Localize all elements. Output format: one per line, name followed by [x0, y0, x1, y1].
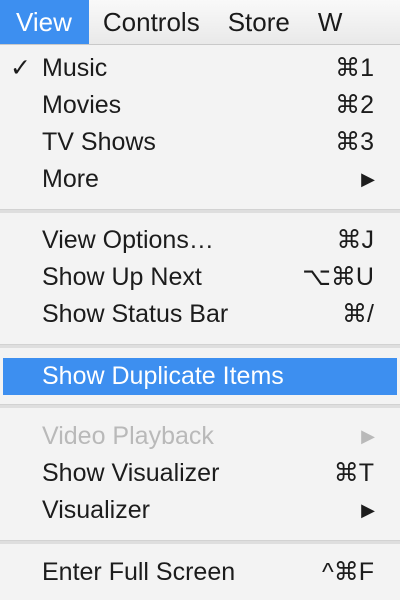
menubar-store[interactable]: Store: [214, 0, 304, 44]
keyboard-shortcut: ⌘1: [335, 54, 374, 82]
menu-item-show-up-next[interactable]: Show Up Next ⌥⌘U: [0, 259, 400, 296]
menu-item-label: Show Duplicate Items: [42, 362, 284, 390]
menu-item-enter-full-screen[interactable]: Enter Full Screen ^⌘F: [0, 554, 400, 591]
app-window: View Controls Store W ✓ Music ⌘1 Movies …: [0, 0, 400, 600]
menu-item-tv-shows[interactable]: TV Shows ⌘3: [0, 124, 400, 161]
menu-item-video-playback: Video Playback ▶: [0, 418, 400, 455]
menu-item-label: Enter Full Screen: [42, 558, 236, 586]
menu-separator: [0, 404, 400, 408]
view-dropdown-menu: ✓ Music ⌘1 Movies ⌘2 TV Shows ⌘3 More ▶ …: [0, 45, 400, 600]
keyboard-shortcut: ⌘J: [336, 226, 375, 254]
keyboard-shortcut: ⌘3: [335, 128, 374, 156]
menu-item-show-status-bar[interactable]: Show Status Bar ⌘/: [0, 296, 400, 333]
menu-item-label: View Options…: [42, 226, 214, 254]
menu-item-movies[interactable]: Movies ⌘2: [0, 87, 400, 124]
menu-item-label: Visualizer: [42, 496, 150, 524]
menu-item-label: TV Shows: [42, 128, 156, 156]
menu-item-label: Video Playback: [42, 422, 214, 450]
menu-item-view-options[interactable]: View Options… ⌘J: [0, 222, 400, 259]
submenu-arrow-icon: ▶: [361, 500, 375, 520]
menu-item-label: Show Up Next: [42, 263, 202, 291]
menu-item-label: More: [42, 165, 99, 193]
menu-item-label: Show Visualizer: [42, 459, 220, 487]
keyboard-shortcut: ^⌘F: [321, 558, 374, 586]
submenu-arrow-icon: ▶: [361, 169, 375, 189]
menu-item-show-visualizer[interactable]: Show Visualizer ⌘T: [0, 455, 400, 492]
menu-separator: [0, 344, 400, 348]
keyboard-shortcut: ⌘/: [342, 300, 374, 328]
menu-separator: [0, 540, 400, 544]
menubar-window-truncated[interactable]: W: [304, 0, 357, 44]
menu-item-label: Movies: [42, 91, 122, 119]
menu-item-label: Music: [42, 54, 108, 82]
submenu-arrow-icon: ▶: [361, 426, 375, 446]
keyboard-shortcut: ⌘T: [333, 459, 374, 487]
keyboard-shortcut: ⌘2: [335, 91, 374, 119]
menu-item-show-duplicate-items[interactable]: Show Duplicate Items: [3, 358, 397, 395]
menu-item-visualizer[interactable]: Visualizer ▶: [0, 492, 400, 529]
menu-item-more[interactable]: More ▶: [0, 161, 400, 198]
menu-separator: [0, 209, 400, 213]
menu-item-music[interactable]: ✓ Music ⌘1: [0, 50, 400, 87]
checkmark-icon: ✓: [10, 54, 31, 82]
menu-item-label: Show Status Bar: [42, 300, 229, 328]
keyboard-shortcut: ⌥⌘U: [302, 263, 374, 291]
menu-bar: View Controls Store W: [0, 0, 400, 45]
menubar-controls[interactable]: Controls: [89, 0, 214, 44]
menubar-view[interactable]: View: [0, 0, 89, 44]
